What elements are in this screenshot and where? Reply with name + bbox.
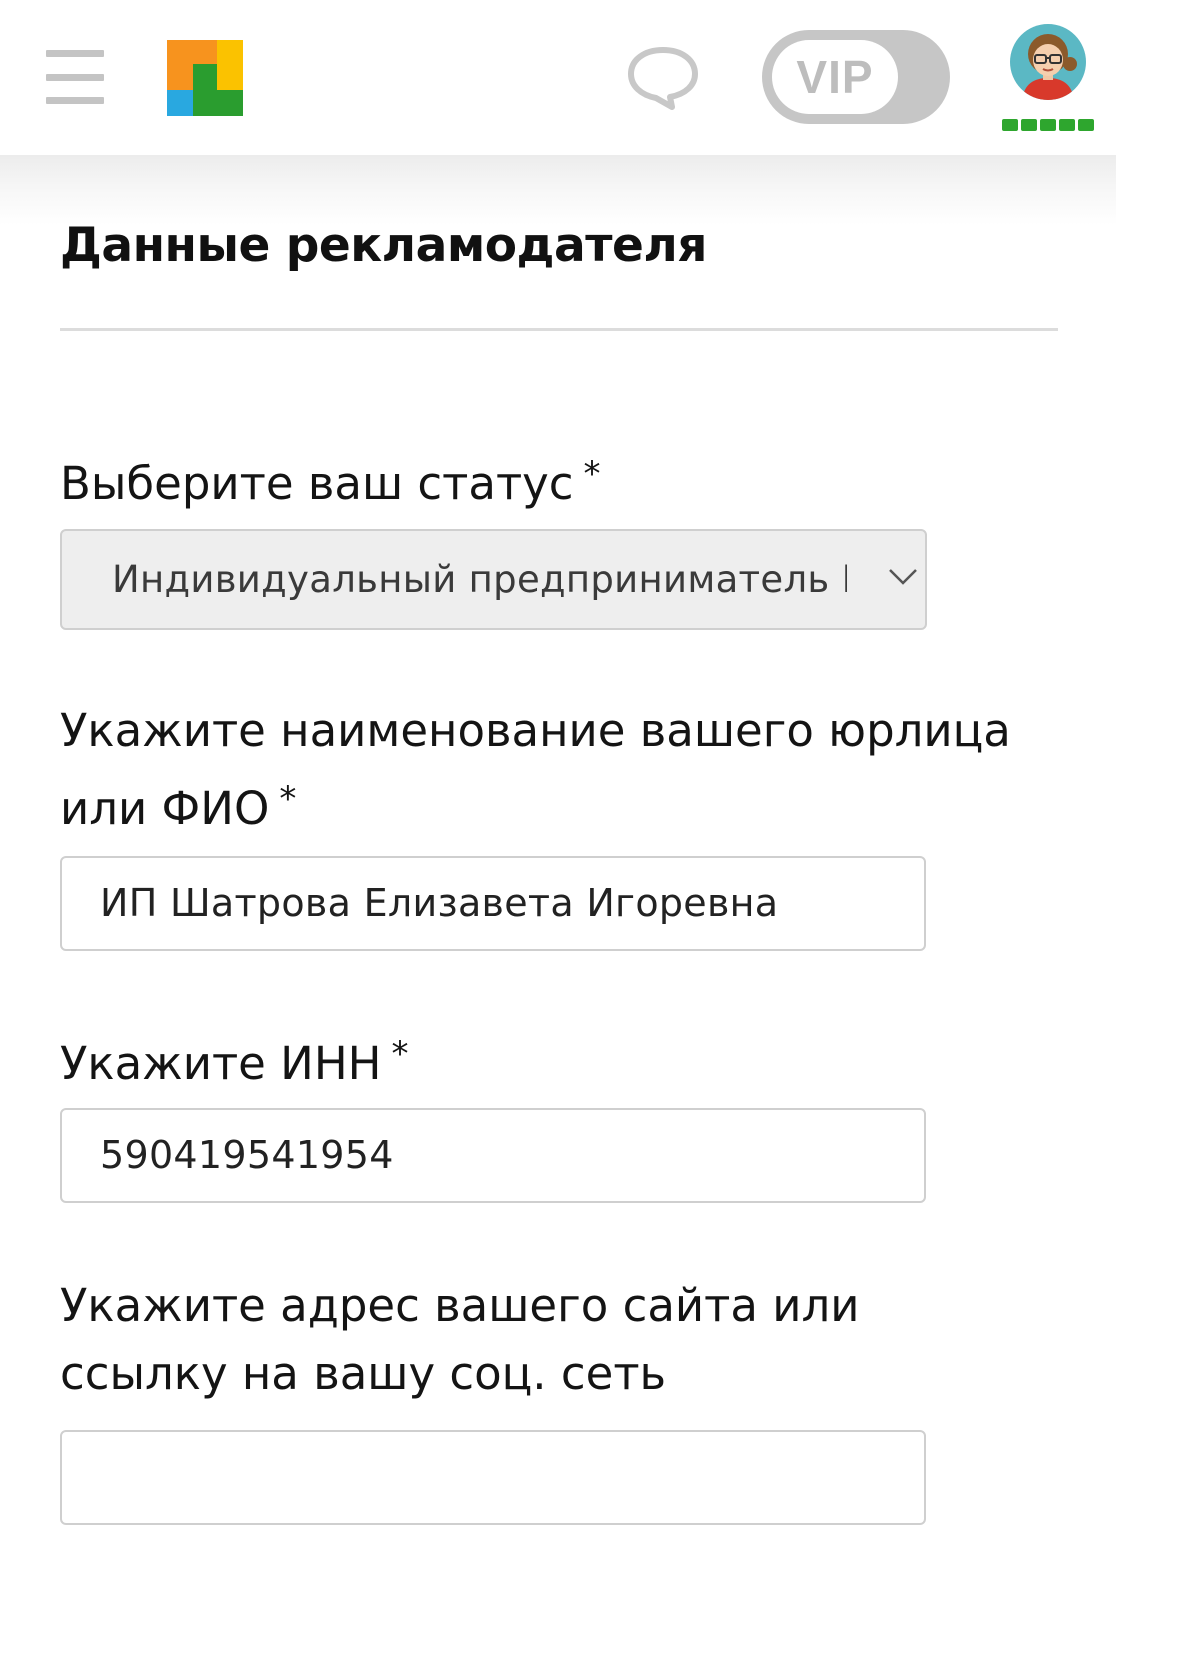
required-mark: * xyxy=(583,454,601,494)
user-avatar-icon[interactable] xyxy=(1010,24,1086,100)
page-title: Данные рекламодателя xyxy=(60,218,707,273)
website-label: Укажите адрес вашего сайта или ссылку на… xyxy=(60,1279,860,1400)
title-divider xyxy=(60,328,1058,331)
name-input-value: ИП Шатрова Елизавета Игоревна xyxy=(100,881,779,925)
vip-toggle[interactable]: VIP xyxy=(762,30,950,124)
status-label: Выберите ваш статус * xyxy=(60,454,601,510)
header-shadow xyxy=(0,155,1116,225)
required-mark: * xyxy=(391,1034,409,1074)
user-rating-indicator xyxy=(1002,119,1094,131)
rating-dot xyxy=(1021,119,1037,131)
chat-bubble-icon[interactable] xyxy=(626,46,700,110)
page: VIP Данные рекламодателя Выберите ваш ст… xyxy=(0,0,1116,1568)
vip-label: VIP xyxy=(772,40,898,114)
status-select[interactable]: Индивидуальный предприниматель РФ xyxy=(60,529,927,630)
name-label: Укажите наименование вашего юрлица или Ф… xyxy=(60,704,1011,835)
rating-dot xyxy=(1040,119,1056,131)
colored-blocks-logo[interactable] xyxy=(167,40,243,116)
status-select-value: Индивидуальный предприниматель РФ xyxy=(112,558,847,601)
required-mark: * xyxy=(279,779,297,819)
rating-dot xyxy=(1002,119,1018,131)
rating-dot xyxy=(1059,119,1075,131)
inn-input[interactable]: 590419541954 xyxy=(60,1108,926,1203)
inn-input-value: 590419541954 xyxy=(100,1133,394,1177)
rating-dot xyxy=(1078,119,1094,131)
inn-label: Укажите ИНН * xyxy=(60,1034,409,1090)
hamburger-menu-icon[interactable] xyxy=(46,50,104,104)
chevron-down-icon xyxy=(889,569,917,585)
website-input[interactable] xyxy=(60,1430,926,1525)
top-header: VIP xyxy=(0,0,1116,155)
name-input[interactable]: ИП Шатрова Елизавета Игоревна xyxy=(60,856,926,951)
